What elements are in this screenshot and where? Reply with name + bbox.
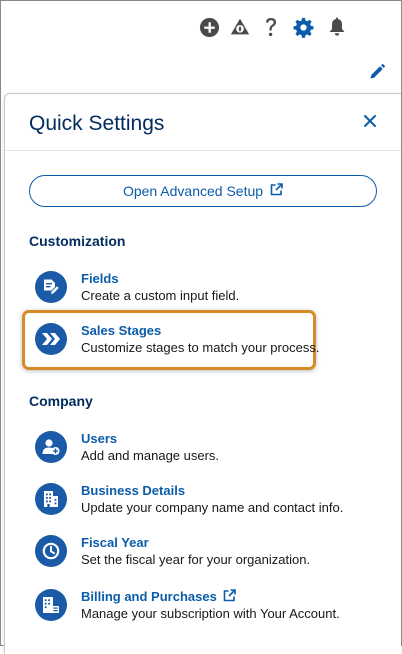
pencil-icon[interactable] <box>369 64 387 82</box>
billing-building-icon <box>35 589 67 621</box>
fields-title: Fields <box>81 271 119 286</box>
business-details-description: Update your company name and contact inf… <box>81 500 344 515</box>
stages-chevrons-icon <box>35 323 67 355</box>
global-header <box>1 1 401 91</box>
users-description: Add and manage users. <box>81 448 220 463</box>
trailhead-icon[interactable] <box>229 16 251 38</box>
quick-setting-sales-stages[interactable]: Sales Stages Customize stages to match y… <box>35 323 335 363</box>
billing-and-purchases-title: Billing and Purchases <box>81 589 236 605</box>
company-heading: Company <box>29 393 93 409</box>
add-icon[interactable] <box>198 16 220 38</box>
setup-gear-icon[interactable] <box>292 16 314 38</box>
billing-and-purchases-description: Manage your subscription with Your Accou… <box>81 606 340 621</box>
open-advanced-setup-label: Open Advanced Setup <box>122 183 264 199</box>
users-title: Users <box>81 431 118 446</box>
panel-title: Quick Settings <box>29 112 165 135</box>
quick-setting-users[interactable]: Users Add and manage users. <box>35 431 335 471</box>
external-link-icon <box>270 183 283 199</box>
clock-icon <box>35 535 67 567</box>
quick-settings-panel: Quick Settings Open Advanced Setup Custo… <box>4 93 401 654</box>
fiscal-year-description: Set the fiscal year for your organizatio… <box>81 552 311 567</box>
help-icon[interactable] <box>260 16 282 38</box>
building-icon <box>35 483 67 515</box>
app-frame: Quick Settings Open Advanced Setup Custo… <box>0 0 402 654</box>
external-link-icon <box>223 589 236 605</box>
sales-stages-title: Sales Stages <box>81 323 162 338</box>
quick-setting-fiscal-year[interactable]: Fiscal Year Set the fiscal year for your… <box>35 535 335 575</box>
quick-setting-fields[interactable]: Fields Create a custom input field. <box>35 271 335 311</box>
fields-description: Create a custom input field. <box>81 288 240 303</box>
fields-edit-icon <box>35 271 67 303</box>
customization-heading: Customization <box>29 233 126 249</box>
billing-and-purchases-label: Billing and Purchases <box>81 589 217 604</box>
sales-stages-description: Customize stages to match your process. <box>81 340 320 355</box>
quick-setting-business-details[interactable]: Business Details Update your company nam… <box>35 483 343 523</box>
open-advanced-setup-button[interactable]: Open Advanced Setup <box>29 175 377 207</box>
panel-divider <box>5 150 401 151</box>
notifications-bell-icon[interactable] <box>326 16 348 38</box>
close-icon[interactable] <box>363 114 379 130</box>
quick-setting-billing-and-purchases[interactable]: Billing and Purchases Manage your subscr… <box>35 589 340 629</box>
business-details-title: Business Details <box>81 483 186 498</box>
user-add-icon <box>35 431 67 463</box>
fiscal-year-title: Fiscal Year <box>81 535 149 550</box>
